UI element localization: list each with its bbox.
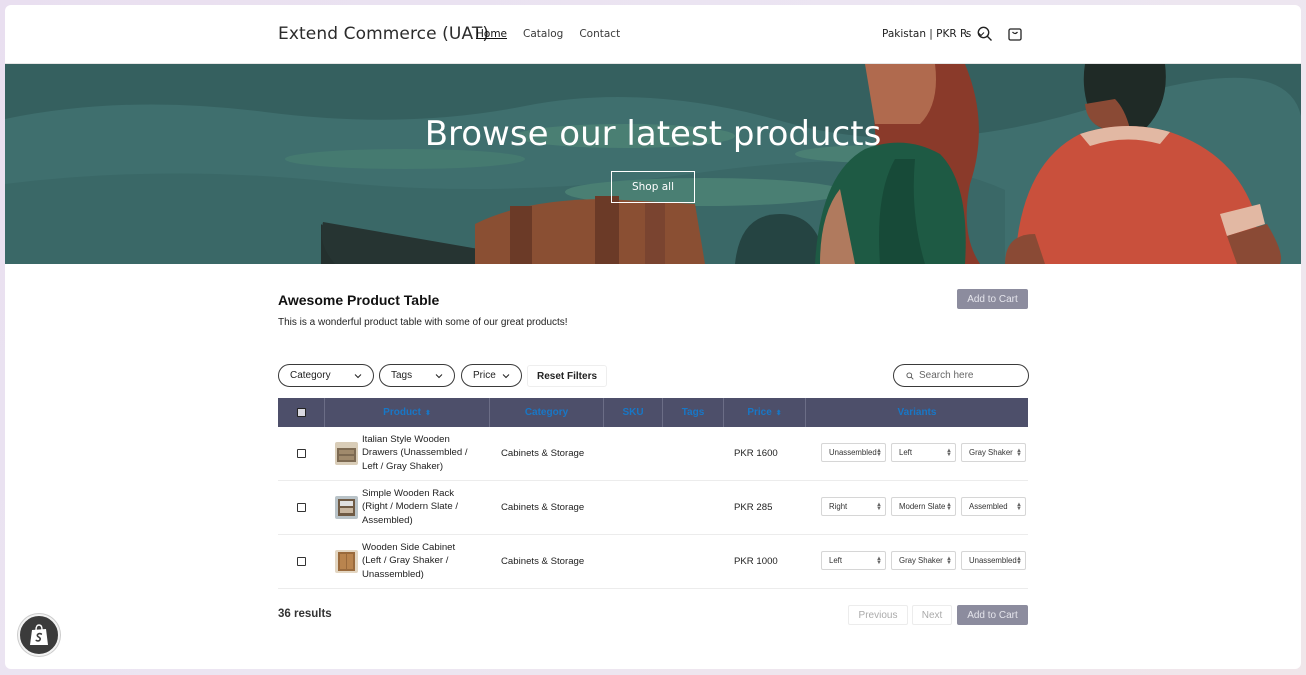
table-row: Italian Style Wooden Drawers (Unassemble… [278, 427, 1028, 481]
sort-icon: ⬍ [775, 409, 782, 417]
hero-illustration [5, 64, 1301, 264]
table-row: Wooden Side Cabinet (Left / Gray Shaker … [278, 535, 1028, 589]
reset-filters-button[interactable]: Reset Filters [527, 365, 608, 387]
product-name[interactable]: Italian Style Wooden Drawers (Unassemble… [362, 433, 472, 473]
shop-all-button[interactable]: Shop all [611, 171, 695, 203]
search-icon[interactable] [976, 25, 994, 43]
search-icon [906, 371, 914, 380]
variant-select-2[interactable]: Left ▲ ▼ [891, 443, 956, 462]
table-header: Product ⬍ Category SKU Tags Price ⬍ Varian… [278, 398, 1028, 427]
table-description: This is a wonderful product table with s… [278, 317, 568, 328]
updown-icon: ▲ ▼ [1016, 556, 1022, 566]
chevron-down-icon [502, 373, 510, 378]
nav-contact[interactable]: Contact [579, 28, 620, 40]
variant-select-2[interactable]: Modern Slate ▲ ▼ [891, 497, 956, 516]
product-thumbnail[interactable] [335, 442, 358, 465]
column-product[interactable]: Product ⬍ [325, 398, 490, 427]
select-all-cell [278, 398, 325, 427]
table-row: Simple Wooden Rack (Right / Modern Slate… [278, 481, 1028, 535]
product-category: Cabinets & Storage [501, 556, 585, 567]
updown-icon: ▲ ▼ [876, 448, 882, 458]
column-variants: Variants [806, 398, 1028, 427]
column-category: Category [490, 398, 604, 427]
select-all-checkbox[interactable] [296, 408, 306, 417]
column-price[interactable]: Price ⬍ [724, 398, 806, 427]
locale-label: Pakistan | PKR ₨ [882, 28, 972, 40]
column-category-label: Category [524, 407, 569, 418]
filter-tags[interactable]: Tags [379, 364, 455, 387]
variant-value: Gray Shaker [899, 556, 943, 565]
variant-value: Modern Slate [899, 502, 946, 511]
variant-value: Left [899, 448, 913, 457]
product-thumbnail[interactable] [335, 496, 358, 519]
updown-icon: ▲ ▼ [1016, 502, 1022, 512]
variant-value: Gray Shaker [969, 448, 1013, 457]
brand-title[interactable]: Extend Commerce (UAT) [278, 24, 489, 44]
search-placeholder: Search here [919, 370, 974, 381]
filter-category-label: Category [290, 370, 331, 381]
add-to-cart-button-bottom[interactable]: Add to Cart [957, 605, 1028, 625]
variant-select-1[interactable]: Right ▲ ▼ [821, 497, 886, 516]
variant-select-1[interactable]: Left ▲ ▼ [821, 551, 886, 570]
variant-select-3[interactable]: Assembled ▲ ▼ [961, 497, 1026, 516]
product-name[interactable]: Simple Wooden Rack (Right / Modern Slate… [362, 487, 472, 527]
filter-category[interactable]: Category [278, 364, 374, 387]
updown-icon: ▲ ▼ [946, 556, 952, 566]
row-checkbox[interactable] [297, 503, 306, 512]
product-thumbnail[interactable] [335, 550, 358, 573]
nav-catalog[interactable]: Catalog [523, 28, 563, 40]
next-button[interactable]: Next [912, 605, 952, 625]
product-price: PKR 285 [734, 502, 773, 513]
variant-value: Unassembled [969, 556, 1017, 565]
column-product-label: Product [383, 407, 421, 418]
product-price: PKR 1600 [734, 448, 778, 459]
storefront-window: Extend Commerce (UAT) Home Catalog Conta… [5, 5, 1301, 669]
main-nav: Home Catalog Contact [476, 28, 620, 40]
add-to-cart-button-top[interactable]: Add to Cart [957, 289, 1028, 309]
shopify-badge[interactable] [18, 614, 60, 656]
column-sku-label: SKU [622, 407, 644, 418]
column-tags: Tags [663, 398, 724, 427]
column-variants-label: Variants [897, 407, 937, 418]
product-category: Cabinets & Storage [501, 448, 585, 459]
variant-value: Assembled [969, 502, 1008, 511]
column-sku: SKU [604, 398, 663, 427]
product-price: PKR 1000 [734, 556, 778, 567]
column-tags-label: Tags [681, 407, 705, 418]
chevron-down-icon [354, 373, 362, 378]
product-name[interactable]: Wooden Side Cabinet (Left / Gray Shaker … [362, 541, 472, 581]
hero-banner: Browse our latest products Shop all [5, 64, 1301, 264]
cart-icon[interactable] [1006, 25, 1024, 43]
variant-select-3[interactable]: Gray Shaker ▲ ▼ [961, 443, 1026, 462]
updown-icon: ▲ ▼ [1016, 448, 1022, 458]
filter-price-label: Price [473, 370, 496, 381]
nav-home[interactable]: Home [476, 28, 507, 40]
variant-select-1[interactable]: Unassembled ▲ ▼ [821, 443, 886, 462]
search-input[interactable]: Search here [893, 364, 1029, 387]
updown-icon: ▲ ▼ [946, 448, 952, 458]
row-checkbox[interactable] [297, 557, 306, 566]
variant-value: Unassembled [829, 448, 877, 457]
locale-selector[interactable]: Pakistan | PKR ₨ [882, 28, 985, 40]
variant-value: Right [829, 502, 848, 511]
variant-value: Left [829, 556, 843, 565]
chevron-down-icon [435, 373, 443, 378]
variant-select-2[interactable]: Gray Shaker ▲ ▼ [891, 551, 956, 570]
updown-icon: ▲ ▼ [876, 502, 882, 512]
product-category: Cabinets & Storage [501, 502, 585, 513]
hero-title: Browse our latest products [424, 114, 882, 154]
filter-price[interactable]: Price [461, 364, 522, 387]
previous-button[interactable]: Previous [848, 605, 908, 625]
row-checkbox[interactable] [297, 449, 306, 458]
updown-icon: ▲ ▼ [876, 556, 882, 566]
table-title: Awesome Product Table [278, 292, 440, 308]
site-header: Extend Commerce (UAT) Home Catalog Conta… [5, 5, 1301, 64]
filter-tags-label: Tags [391, 370, 413, 381]
shopify-bag-icon [30, 624, 48, 645]
results-count: 36 results [278, 608, 332, 620]
updown-icon: ▲ ▼ [946, 502, 952, 512]
sort-icon: ⬍ [424, 409, 431, 417]
variant-select-3[interactable]: Unassembled ▲ ▼ [961, 551, 1026, 570]
column-price-label: Price [747, 407, 772, 418]
